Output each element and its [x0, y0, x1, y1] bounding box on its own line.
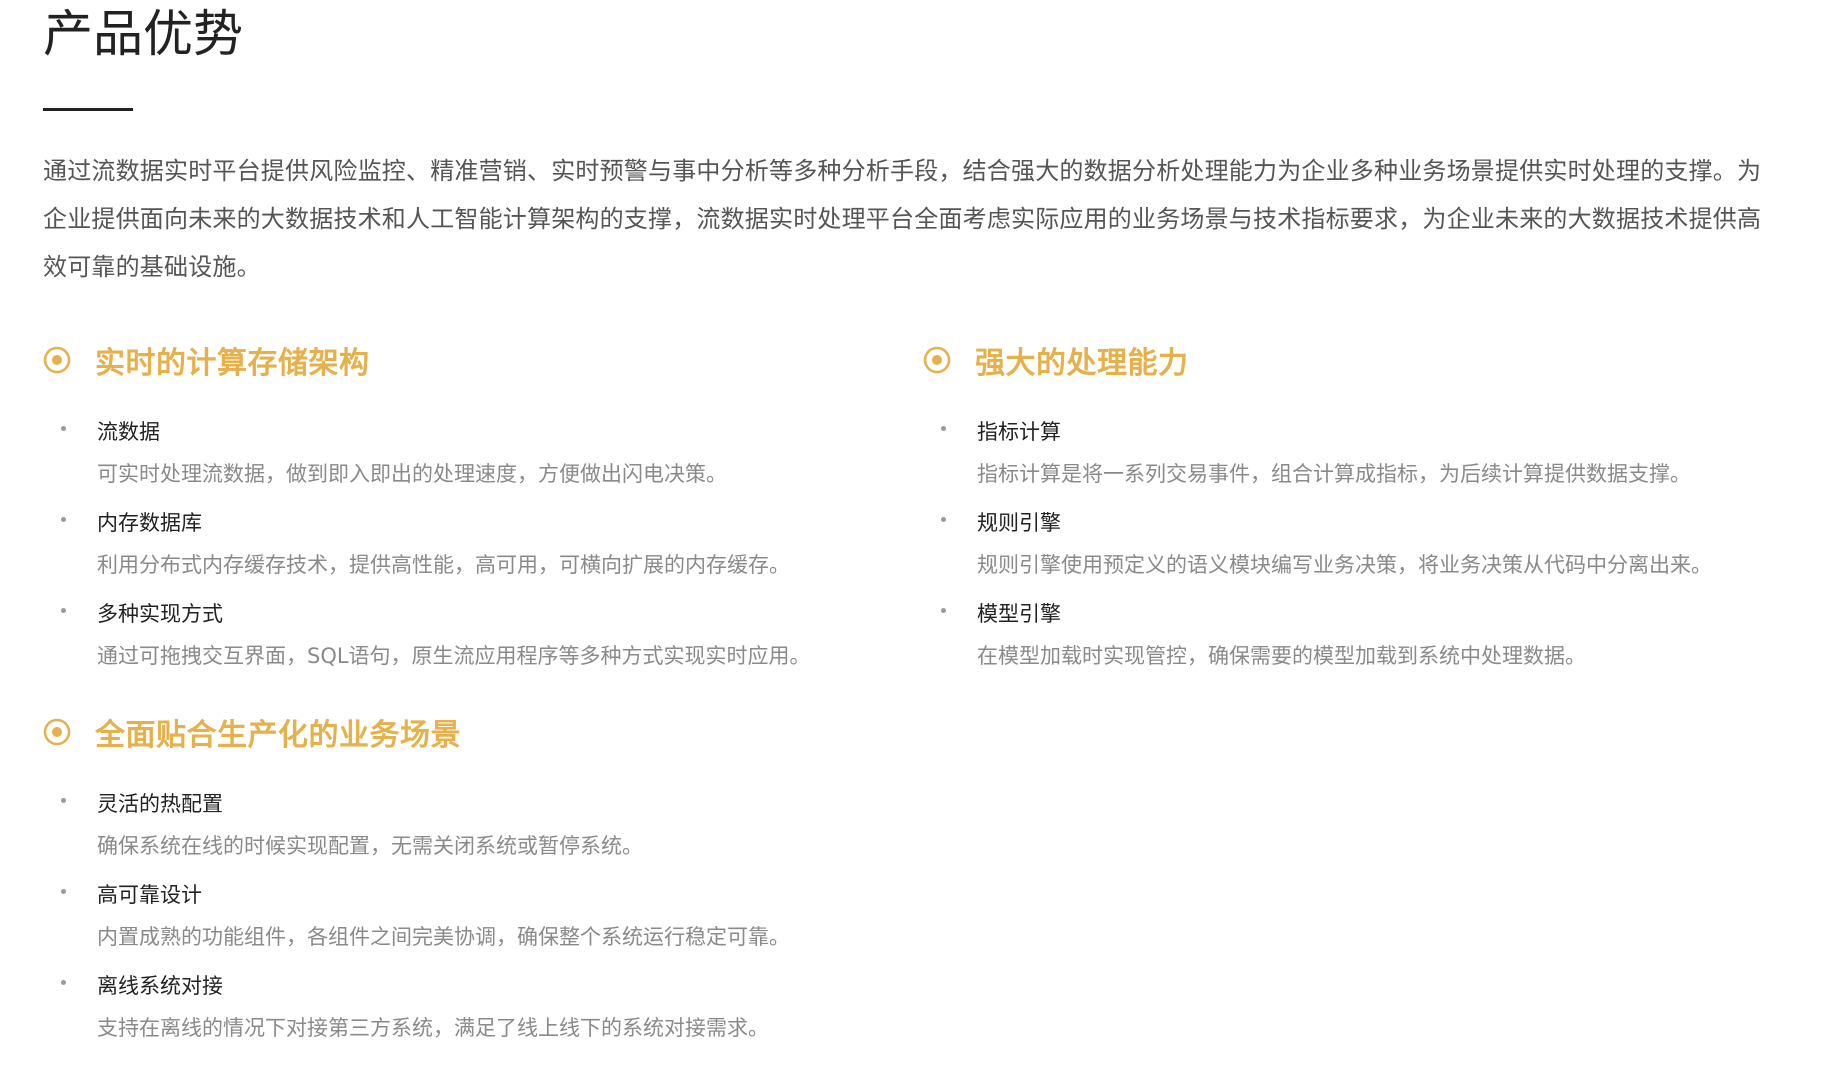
bullet-dot: [61, 426, 66, 431]
feature-title: 实时的计算存储架构: [95, 346, 370, 381]
product-advantages-section: 产品优势 通过流数据实时平台提供风险监控、精准营销、实时预警与事中分析等多种分析…: [43, 0, 1783, 1040]
item-title: 模型引擎: [977, 602, 1061, 626]
feature-item: 内存数据库 利用分布式内存缓存技术，提供高性能，高可用，可横向扩展的内存缓存。: [43, 502, 893, 586]
feature-item: 离线系统对接 支持在离线的情况下对接第三方系统，满足了线上线下的系统对接需求。: [43, 965, 893, 1049]
feature-item: 指标计算 指标计算是将一系列交易事件，组合计算成指标，为后续计算提供数据支撑。: [923, 411, 1773, 495]
bullet-dot: [941, 426, 946, 431]
item-title: 指标计算: [977, 420, 1061, 444]
bullet-dot: [61, 608, 66, 613]
feature-header: 实时的计算存储架构: [43, 335, 893, 385]
bullet-dot: [61, 517, 66, 522]
item-description: 支持在离线的情况下对接第三方系统，满足了线上线下的系统对接需求。: [97, 1016, 769, 1040]
feature-item: 流数据 可实时处理流数据，做到即入即出的处理速度，方便做出闪电决策。: [43, 411, 893, 495]
page-title: 产品优势: [43, 5, 243, 63]
bullet-dot: [941, 517, 946, 522]
bullet-dot: [61, 889, 66, 894]
feature-item: 高可靠设计 内置成熟的功能组件，各组件之间完美协调，确保整个系统运行稳定可靠。: [43, 874, 893, 958]
feature-item: 多种实现方式 通过可拖拽交互界面，SQL语句，原生流应用程序等多种方式实现实时应…: [43, 593, 893, 677]
feature-title: 强大的处理能力: [975, 346, 1189, 381]
feature-item-list: 灵活的热配置 确保系统在线的时候实现配置，无需关闭系统或暂停系统。 高可靠设计 …: [43, 783, 893, 1049]
item-title: 规则引擎: [977, 511, 1061, 535]
item-title: 高可靠设计: [97, 883, 202, 907]
feature-production-scenarios: 全面贴合生产化的业务场景 灵活的热配置 确保系统在线的时候实现配置，无需关闭系统…: [43, 707, 893, 1065]
item-title: 内存数据库: [97, 511, 202, 535]
target-icon: [43, 346, 71, 374]
feature-item-list: 流数据 可实时处理流数据，做到即入即出的处理速度，方便做出闪电决策。 内存数据库…: [43, 411, 893, 677]
item-description: 利用分布式内存缓存技术，提供高性能，高可用，可横向扩展的内存缓存。: [97, 553, 790, 577]
item-description: 可实时处理流数据，做到即入即出的处理速度，方便做出闪电决策。: [97, 462, 727, 486]
intro-paragraph: 通过流数据实时平台提供风险监控、精准营销、实时预警与事中分析等多种分析手段，结合…: [43, 157, 1762, 281]
feature-item: 模型引擎 在模型加载时实现管控，确保需要的模型加载到系统中处理数据。: [923, 593, 1773, 677]
bullet-dot: [941, 608, 946, 613]
item-title: 离线系统对接: [97, 974, 223, 998]
feature-header: 强大的处理能力: [923, 335, 1773, 385]
item-description: 规则引擎使用预定义的语义模块编写业务决策，将业务决策从代码中分离出来。: [977, 553, 1712, 577]
feature-item: 灵活的热配置 确保系统在线的时候实现配置，无需关闭系统或暂停系统。: [43, 783, 893, 867]
feature-header: 全面贴合生产化的业务场景: [43, 707, 893, 757]
bullet-dot: [61, 798, 66, 803]
item-title: 多种实现方式: [97, 602, 223, 626]
item-description: 指标计算是将一系列交易事件，组合计算成指标，为后续计算提供数据支撑。: [977, 462, 1691, 486]
bullet-dot: [61, 980, 66, 985]
feature-item-list: 指标计算 指标计算是将一系列交易事件，组合计算成指标，为后续计算提供数据支撑。 …: [923, 411, 1773, 677]
item-description: 通过可拖拽交互界面，SQL语句，原生流应用程序等多种方式实现实时应用。: [97, 644, 811, 668]
target-icon: [923, 346, 951, 374]
item-title: 灵活的热配置: [97, 792, 223, 816]
item-description: 确保系统在线的时候实现配置，无需关闭系统或暂停系统。: [97, 834, 643, 858]
feature-item: 规则引擎 规则引擎使用预定义的语义模块编写业务决策，将业务决策从代码中分离出来。: [923, 502, 1773, 586]
item-title: 流数据: [97, 420, 160, 444]
feature-processing-power: 强大的处理能力 指标计算 指标计算是将一系列交易事件，组合计算成指标，为后续计算…: [923, 335, 1773, 693]
feature-realtime-storage: 实时的计算存储架构 流数据 可实时处理流数据，做到即入即出的处理速度，方便做出闪…: [43, 335, 893, 693]
item-description: 内置成熟的功能组件，各组件之间完美协调，确保整个系统运行稳定可靠。: [97, 925, 790, 949]
target-icon: [43, 718, 71, 746]
item-description: 在模型加载时实现管控，确保需要的模型加载到系统中处理数据。: [977, 644, 1586, 668]
title-underline: [43, 108, 133, 111]
feature-title: 全面贴合生产化的业务场景: [95, 718, 461, 753]
